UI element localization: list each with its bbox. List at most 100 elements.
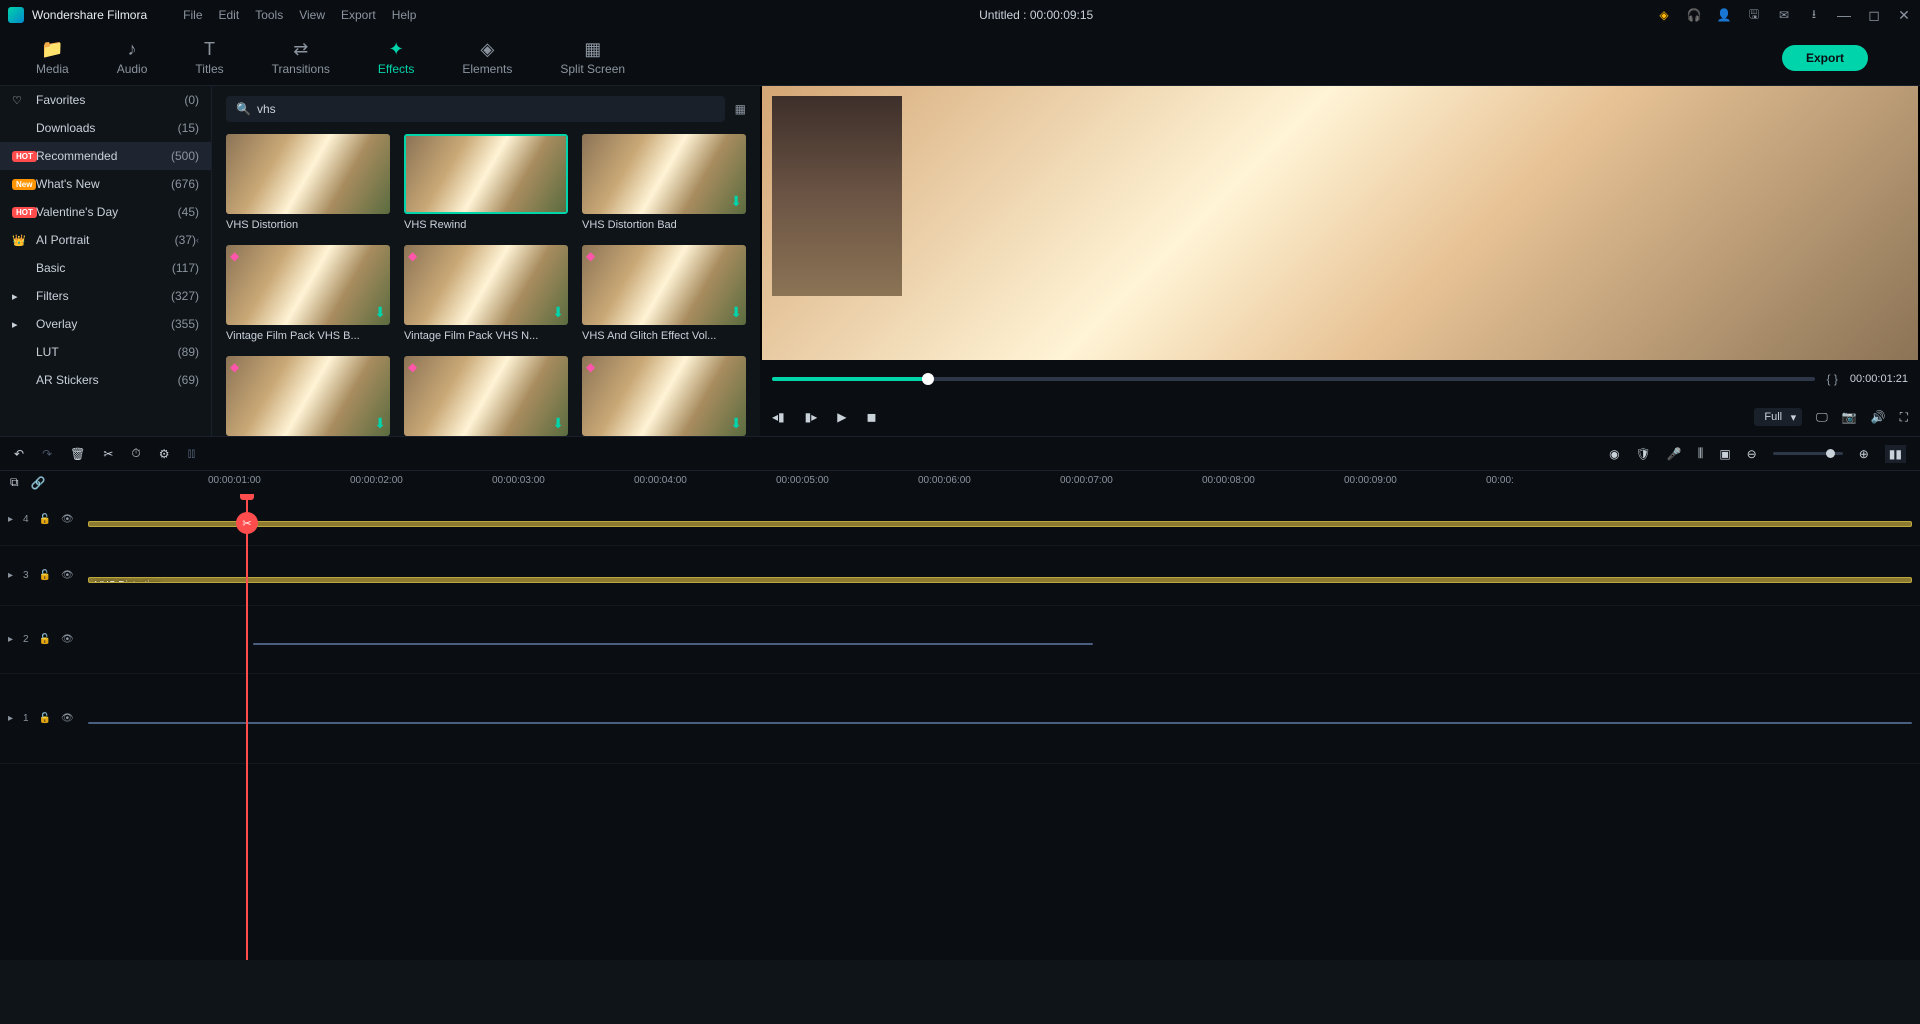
audio-edit-button[interactable]: ⫾⫾ xyxy=(188,446,196,461)
effects-panel: 🔍 ▦ VHS DistortionVHS Rewind⬇VHS Distort… xyxy=(212,86,760,436)
scrubber[interactable] xyxy=(772,377,1815,381)
zoom-in-button[interactable]: ⊕ xyxy=(1859,447,1869,461)
menu-help[interactable]: Help xyxy=(392,8,417,22)
effect-clip[interactable] xyxy=(88,521,1912,527)
tab-media[interactable]: 📁Media xyxy=(12,33,93,82)
sidebar-item-valentine-s-day[interactable]: HOTValentine's Day(45) xyxy=(0,198,211,226)
keyframe-button[interactable]: ▣ xyxy=(1719,447,1730,461)
fullscreen-icon[interactable]: ⛶ xyxy=(1900,410,1908,425)
effect-card[interactable]: ◆⬇ xyxy=(226,356,390,436)
save-icon[interactable]: 🖫 xyxy=(1746,7,1762,23)
effect-card[interactable]: ◆⬇ xyxy=(404,356,568,436)
effect-card[interactable]: ◆⬇Vintage Film Pack VHS N... xyxy=(404,245,568,342)
sidebar-item-favorites[interactable]: ♡Favorites(0) xyxy=(0,86,211,114)
download-icon[interactable]: ⭳ xyxy=(1806,7,1822,23)
search-icon: 🔍 xyxy=(236,102,251,116)
voiceover-button[interactable]: 🎤 xyxy=(1667,447,1682,461)
effect-card[interactable]: VHS Distortion xyxy=(226,134,390,231)
fit-button[interactable]: ▮▮ xyxy=(1885,445,1906,463)
sidebar-item-basic[interactable]: Basic(117) xyxy=(0,254,211,282)
effect-card[interactable]: ◆⬇Vintage Film Pack VHS B... xyxy=(226,245,390,342)
minimize-button[interactable]: — xyxy=(1836,7,1852,23)
undo-button[interactable]: ↶ xyxy=(14,447,24,461)
tab-audio[interactable]: ♪Audio xyxy=(93,33,172,82)
search-input[interactable] xyxy=(257,102,715,116)
search-box[interactable]: 🔍 xyxy=(226,96,725,122)
sidebar-item-filters[interactable]: ▸Filters(327) xyxy=(0,282,211,310)
adjust-button[interactable]: ⚙ xyxy=(159,447,170,461)
render-button[interactable]: ◉ xyxy=(1609,447,1619,461)
menu-export[interactable]: Export xyxy=(341,8,376,22)
effect-clip-vhs-distortion[interactable]: VHS Distortion xyxy=(88,577,1912,583)
menu-edit[interactable]: Edit xyxy=(219,8,240,22)
scrubber-handle[interactable] xyxy=(922,373,934,385)
effect-card[interactable]: ◆⬇ xyxy=(582,356,746,436)
effect-card[interactable]: ◆⬇VHS And Glitch Effect Vol... xyxy=(582,245,746,342)
lock-icon[interactable]: 🔓 xyxy=(39,514,51,525)
preview-panel: { } 00:00:01:21 ◂▮ ▮▸ ▶ ◼ Full 🖵 📷 🔊 ⛶ xyxy=(760,86,1920,436)
lock-icon[interactable]: 🔓 xyxy=(39,570,51,581)
tab-effects[interactable]: ✦Effects xyxy=(354,33,438,82)
sidebar-item-ai-portrait[interactable]: 👑AI Portrait(37) ‹ xyxy=(0,226,211,254)
visibility-icon[interactable]: 👁 xyxy=(61,713,74,724)
visibility-icon[interactable]: 👁 xyxy=(61,570,74,581)
quality-select[interactable]: Full xyxy=(1754,408,1802,426)
preview-pip xyxy=(772,96,902,296)
grid-view-toggle[interactable]: ▦ xyxy=(735,102,746,116)
delete-button[interactable]: 🗑 xyxy=(70,447,85,461)
video-clip-pip[interactable]: pexels-вальдемар-10026607 xyxy=(253,643,1093,645)
stop-button[interactable]: ◼ xyxy=(867,410,877,424)
track-3: ▸3 🔓 👁 VHS Distortion xyxy=(0,546,1920,606)
sidebar-item-downloads[interactable]: Downloads(15) xyxy=(0,114,211,142)
sidebar-item-lut[interactable]: LUT(89) xyxy=(0,338,211,366)
menu-view[interactable]: View xyxy=(299,8,325,22)
preview-video[interactable] xyxy=(762,86,1918,360)
play-button[interactable]: ▶ xyxy=(837,410,846,424)
volume-icon[interactable]: 🔊 xyxy=(1871,410,1886,424)
lock-icon[interactable]: 🔓 xyxy=(39,634,51,645)
track-toggle-icon[interactable]: ▸ xyxy=(8,570,13,581)
support-icon[interactable]: 🎧 xyxy=(1686,7,1702,23)
speed-button[interactable]: ⏱ xyxy=(131,446,140,461)
manage-tracks-button[interactable]: ⧉ xyxy=(10,475,19,490)
menu-tools[interactable]: Tools xyxy=(255,8,283,22)
tab-titles[interactable]: TTitles xyxy=(171,33,247,82)
sidebar-item-what-s-new[interactable]: NewWhat's New(676) xyxy=(0,170,211,198)
display-icon[interactable]: 🖵 xyxy=(1816,410,1828,425)
sidebar-item-overlay[interactable]: ▸Overlay(355) xyxy=(0,310,211,338)
track-toggle-icon[interactable]: ▸ xyxy=(8,713,13,724)
mixer-button[interactable]: ⫼ xyxy=(1698,446,1704,461)
effect-card[interactable]: VHS Rewind xyxy=(404,134,568,231)
effect-card[interactable]: ⬇VHS Distortion Bad xyxy=(582,134,746,231)
tab-transitions[interactable]: ⇄Transitions xyxy=(248,33,354,82)
video-clip-main[interactable]: pexels-anna-tarazevich-6550971 xyxy=(88,722,1912,724)
prev-frame-button[interactable]: ◂▮ xyxy=(772,410,785,424)
link-button[interactable]: 🔗 xyxy=(31,476,46,490)
message-icon[interactable]: ✉ xyxy=(1776,7,1792,23)
export-button[interactable]: Export xyxy=(1782,45,1868,71)
zoom-slider[interactable] xyxy=(1773,452,1843,455)
close-button[interactable]: ✕ xyxy=(1896,7,1912,23)
account-icon[interactable]: 👤 xyxy=(1716,7,1732,23)
menu-file[interactable]: File xyxy=(183,8,202,22)
sidebar-item-ar-stickers[interactable]: AR Stickers(69) xyxy=(0,366,211,394)
redo-button[interactable]: ↷ xyxy=(42,447,52,461)
tab-elements[interactable]: ◈Elements xyxy=(438,33,536,82)
track-toggle-icon[interactable]: ▸ xyxy=(8,514,13,525)
playhead[interactable]: ✂ xyxy=(246,494,248,960)
visibility-icon[interactable]: 👁 xyxy=(61,634,74,645)
next-frame-button[interactable]: ▮▸ xyxy=(805,410,818,424)
timeline-ruler[interactable]: 00:00:01:0000:00:02:0000:00:03:0000:00:0… xyxy=(88,471,1920,494)
lock-icon[interactable]: 🔓 xyxy=(39,713,51,724)
split-button[interactable]: ✂ xyxy=(103,447,113,461)
tips-icon[interactable]: ◈ xyxy=(1656,7,1672,23)
snapshot-icon[interactable]: 📷 xyxy=(1842,410,1857,424)
sidebar-item-recommended[interactable]: HOTRecommended(500) xyxy=(0,142,211,170)
scissors-icon[interactable]: ✂ xyxy=(236,512,258,534)
visibility-icon[interactable]: 👁 xyxy=(61,514,74,525)
marker-button[interactable]: 🛡 xyxy=(1636,447,1651,461)
zoom-out-button[interactable]: ⊖ xyxy=(1747,447,1757,461)
tab-split-screen[interactable]: ▦Split Screen xyxy=(536,33,649,82)
track-toggle-icon[interactable]: ▸ xyxy=(8,634,13,645)
maximize-button[interactable]: ◻ xyxy=(1866,7,1882,23)
